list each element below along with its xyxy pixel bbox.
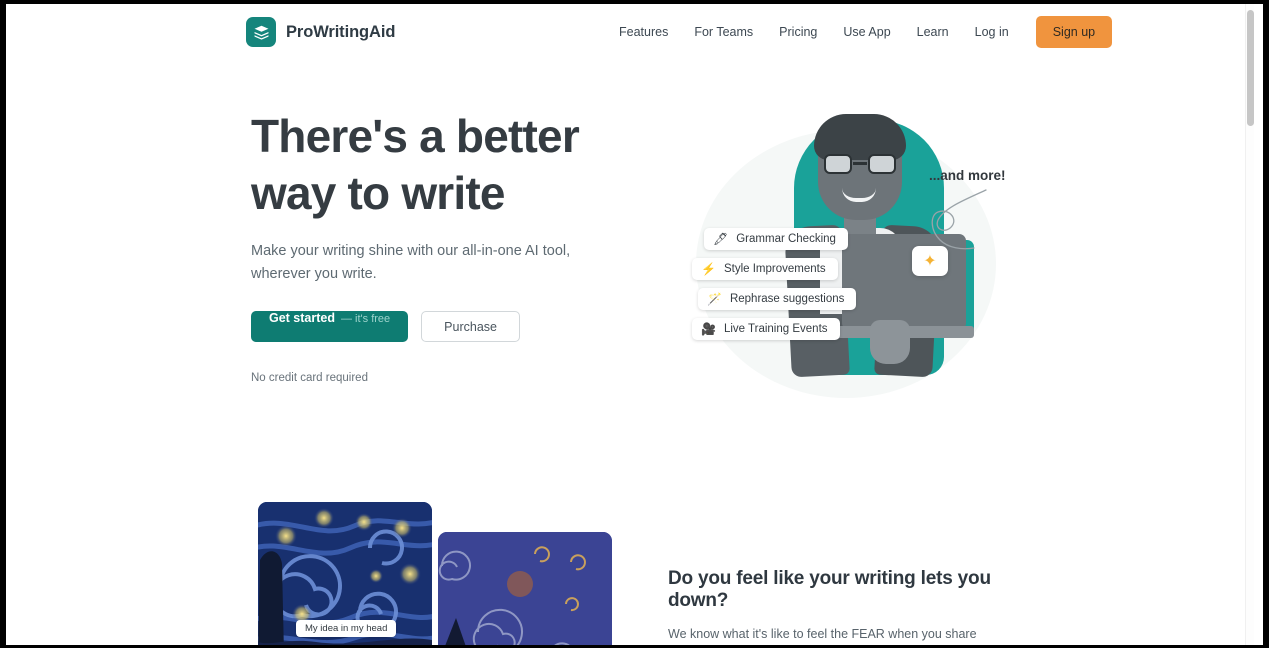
browser-window: ProWritingAid Features For Teams Pricing…	[6, 4, 1263, 645]
feature-chip-label: Live Training Events	[723, 323, 828, 335]
get-started-note: — it's free	[341, 313, 391, 325]
image-caption-badge: My idea in my head	[296, 620, 397, 637]
no-credit-card-note: No credit card required	[251, 372, 368, 384]
get-started-button[interactable]: Get started — it's free	[251, 311, 409, 342]
get-started-label: Get started	[269, 311, 335, 325]
brand-name: ProWritingAid	[286, 22, 396, 41]
prowritingaid-book-logo-icon	[246, 17, 276, 47]
lightning-bolt-icon: ⚡	[701, 262, 716, 276]
hero-copy: There's a better way to write Make your …	[251, 108, 631, 384]
nav-link-for-teams[interactable]: For Teams	[681, 19, 766, 45]
nav-link-pricing[interactable]: Pricing	[766, 19, 830, 45]
site-header: ProWritingAid Features For Teams Pricing…	[6, 4, 1254, 60]
feature-chip-label: Rephrase suggestions	[729, 293, 845, 305]
brand-logo-link[interactable]: ProWritingAid	[246, 17, 395, 47]
hero-illustration: ...and more! ✦ 🖋 Grammar Checking ⚡ Styl…	[674, 108, 1019, 448]
nav-link-learn[interactable]: Learn	[904, 19, 962, 45]
person-hand	[870, 320, 910, 364]
video-camera-icon: 🎥	[701, 322, 716, 336]
glasses-bridge	[853, 162, 867, 165]
hero-cta-group: Get started — it's free Purchase	[251, 311, 631, 342]
sign-up-button[interactable]: Sign up	[1035, 16, 1113, 48]
purchase-button[interactable]: Purchase	[421, 311, 520, 342]
glasses-lens-right	[868, 154, 896, 174]
page-scrollbar[interactable]	[1245, 4, 1254, 645]
hero-title: There's a better way to write	[251, 110, 580, 219]
hero-section: There's a better way to write Make your …	[6, 60, 1254, 480]
page-viewport: ProWritingAid Features For Teams Pricing…	[6, 4, 1254, 645]
feature-chip-rephrase-suggestions: 🪄 Rephrase suggestions	[698, 288, 857, 310]
feature-chip-label: Style Improvements	[723, 263, 826, 275]
nav-link-use-app[interactable]: Use App	[830, 19, 903, 45]
scrollbar-thumb[interactable]	[1247, 10, 1254, 126]
feature-chip-live-training-events: 🎥 Live Training Events	[692, 318, 840, 340]
feather-pen-icon: 🖋	[713, 232, 729, 246]
before-after-image-pair: My idea in my head	[258, 502, 612, 645]
glasses-lens-left	[824, 154, 852, 174]
feature-chip-grammar-checking: 🖋 Grammar Checking	[704, 228, 848, 250]
hero-subtitle: Make your writing shine with our all-in-…	[251, 243, 571, 282]
feature-chip-list: 🖋 Grammar Checking ⚡ Style Improvements …	[692, 228, 857, 340]
plain-idea-image	[438, 532, 612, 645]
section-two-body: We know what it's like to feel the FEAR …	[668, 627, 977, 641]
magic-wand-icon: 🪄	[707, 292, 722, 306]
nav-link-features[interactable]: Features	[606, 19, 681, 45]
glasses-icon	[824, 154, 896, 174]
section-two-copy: Do you feel like your writing lets you d…	[668, 568, 1018, 645]
and-more-label: ...and more!	[929, 168, 1006, 183]
writing-lets-you-down-section: My idea in my head Do you feel like your…	[6, 480, 1254, 645]
sparkles-icon: ✦	[912, 246, 948, 276]
nav-link-log-in[interactable]: Log in	[962, 19, 1022, 45]
section-two-title: Do you feel like your writing lets you d…	[668, 568, 991, 611]
feature-chip-style-improvements: ⚡ Style Improvements	[692, 258, 838, 280]
main-navigation: Features For Teams Pricing Use App Learn…	[606, 16, 1113, 48]
feature-chip-label: Grammar Checking	[736, 233, 836, 245]
